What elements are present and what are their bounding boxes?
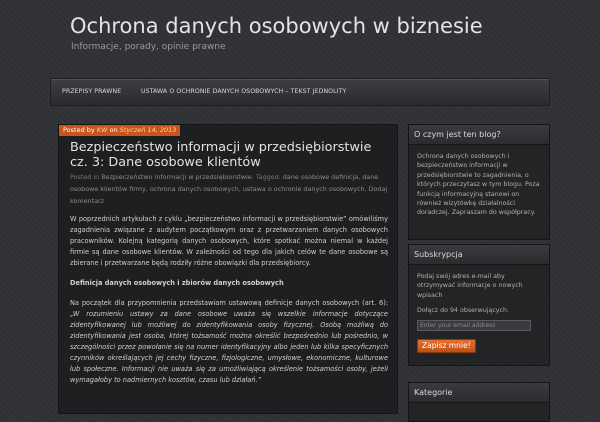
email-input[interactable]: Enter your email address xyxy=(417,319,531,331)
post-title[interactable]: Bezpieczeństwo informacji w przedsiębior… xyxy=(70,140,390,170)
nav-item-ustawa[interactable]: USTAWA O OCHRONIE DANYCH OSOBOWYCH – TEK… xyxy=(141,88,346,95)
post-author-link[interactable]: KW xyxy=(97,126,108,134)
widget-title: Kategorie xyxy=(409,383,549,403)
main-navigation: PRZEPISY PRAWNE USTAWA O OCHRONIE DANYCH… xyxy=(50,78,550,106)
site-title[interactable]: Ochrona danych osobowych w biznesie xyxy=(70,14,483,38)
post-date-badge: Posted by KW on Styczeń 14, 2013 xyxy=(59,125,181,136)
subscribe-description: Podaj swój adres e-mail aby otrzymywać i… xyxy=(417,273,523,299)
nav-item-przepisy-prawne[interactable]: PRZEPISY PRAWNE xyxy=(62,88,121,95)
widget-categories: Kategorie xyxy=(408,382,550,422)
post-date-link[interactable]: Styczeń 14, 2013 xyxy=(120,126,177,134)
tagged-label: . Tagged: xyxy=(251,173,283,181)
post-article: Posted by KW on Styczeń 14, 2013 Bezpiec… xyxy=(58,124,398,414)
post-paragraph: Na początek dla przypomnienia przedstawi… xyxy=(70,298,388,386)
post-meta: Posted in Bezpieczeństwo informacji w pr… xyxy=(70,171,390,207)
on-label: on xyxy=(107,126,120,134)
post-paragraph: W poprzednich artykułach z cyklu „bezpie… xyxy=(70,215,388,267)
widget-about: O czym jest ten blog? Ochrona danych oso… xyxy=(408,124,550,240)
widget-about-text: Ochrona danych osobowych i bezpieczeństw… xyxy=(409,145,549,230)
definition-quote: „W rozumieniu ustawy za dane osobowe uwa… xyxy=(70,310,388,384)
posted-by-label: Posted by xyxy=(63,126,97,134)
widget-title: O czym jest ten blog? xyxy=(409,125,549,145)
about-text: Ochrona danych osobowych i bezpieczeństw… xyxy=(417,153,540,217)
post-category-link[interactable]: Bezpieczeństwo informacji w przedsiębior… xyxy=(101,173,252,181)
site-description: Informacje, porady, opinie prawne xyxy=(71,42,226,52)
widget-subscribe: Subskrypcja Podaj swój adres e-mail aby … xyxy=(408,244,550,366)
subscribe-count: Dołącz do 94 obserwujących. xyxy=(417,307,509,315)
post-content: W poprzednich artykułach z cyklu „bezpie… xyxy=(70,214,388,395)
widget-title: Subskrypcja xyxy=(409,245,549,265)
post-subheading: Definicja danych osobowych i zbiorów dan… xyxy=(70,279,284,287)
definition-intro: Na początek dla przypomnienia przedstawi… xyxy=(70,299,388,307)
widget-subscribe-body: Podaj swój adres e-mail aby otrzymywać i… xyxy=(409,265,549,359)
subscribe-button[interactable]: Zapisz mnie! xyxy=(417,338,476,353)
posted-in-label: Posted in xyxy=(70,173,102,181)
